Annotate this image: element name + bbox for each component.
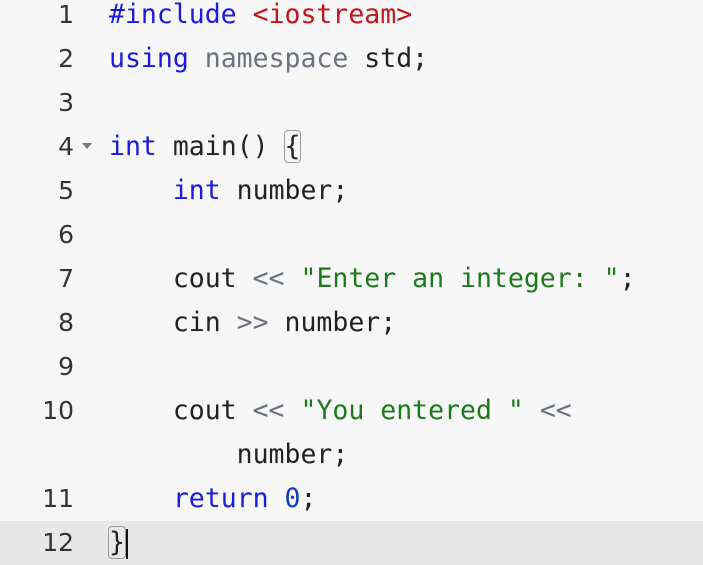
code-line[interactable]: 4 int main() { — [0, 125, 703, 169]
code-token: 0 — [284, 483, 301, 514]
code-token: cout — [109, 263, 253, 294]
code-token: ; — [619, 263, 636, 294]
code-token: number; — [220, 175, 349, 206]
code-line[interactable]: 3 — [0, 81, 703, 125]
line-number: 3 — [58, 88, 74, 117]
fold-toggle-icon[interactable] — [82, 143, 92, 149]
line-number: 10 — [42, 396, 74, 425]
code-line[interactable]: 10 cout << "You entered " << — [0, 389, 703, 433]
code-token: cin — [109, 307, 237, 338]
line-number: 9 — [58, 352, 74, 381]
line-number: 6 — [58, 220, 74, 249]
matching-brace: } — [108, 526, 126, 559]
code-text[interactable]: int number; — [109, 169, 349, 213]
code-line[interactable]: 8 cin >> number; — [0, 301, 703, 345]
code-line[interactable]: 1 #include <iostream> — [0, 0, 703, 37]
code-token: "Enter an integer: " — [300, 263, 620, 294]
code-text[interactable]: return 0; — [109, 477, 317, 521]
code-token: number; — [268, 307, 397, 338]
line-number: 12 — [42, 528, 74, 557]
code-text[interactable]: cin >> number; — [109, 301, 396, 345]
code-line[interactable]: 6 — [0, 213, 703, 257]
code-text[interactable]: using namespace std; — [109, 37, 428, 81]
line-number: 1 — [58, 0, 74, 29]
line-number: 4 — [58, 132, 74, 161]
code-token: number; — [109, 439, 349, 470]
code-token: << — [252, 395, 285, 426]
code-line[interactable]: 2 using namespace std; — [0, 37, 703, 81]
code-line[interactable]: 9 — [0, 345, 703, 389]
code-token: "You entered " — [300, 395, 524, 426]
code-token: << — [252, 263, 285, 294]
code-text[interactable]: int main() { — [109, 125, 302, 169]
code-token: int — [109, 131, 157, 162]
code-line[interactable]: number; — [0, 433, 703, 477]
code-text[interactable]: #include <iostream> — [109, 0, 412, 37]
code-token: main() — [156, 131, 285, 162]
code-text[interactable]: cout << "Enter an integer: "; — [109, 257, 636, 301]
text-cursor — [125, 528, 128, 559]
code-token: #include — [109, 0, 237, 30]
code-line[interactable]: 12} — [0, 521, 703, 565]
code-token: std; — [348, 43, 429, 74]
line-number: 5 — [58, 176, 74, 205]
code-token: using — [109, 43, 189, 74]
code-token: namespace — [204, 43, 349, 74]
matching-brace: { — [283, 130, 302, 163]
code-token: int — [172, 175, 221, 206]
code-token: >> — [236, 307, 269, 338]
line-number: 11 — [42, 484, 74, 513]
code-text[interactable]: number; — [109, 433, 349, 477]
code-line[interactable]: 11 return 0; — [0, 477, 703, 521]
line-number: 7 — [58, 264, 74, 293]
code-editor[interactable]: 1 #include <iostream> 2 using namespace std… — [0, 0, 703, 565]
code-token: << — [539, 395, 572, 426]
code-token: cout — [109, 395, 253, 426]
code-text[interactable]: cout << "You entered " << — [109, 389, 572, 433]
code-text[interactable]: } — [108, 521, 128, 565]
line-number: 8 — [58, 308, 74, 337]
line-number: 2 — [58, 44, 74, 73]
code-token: return — [172, 483, 269, 514]
code-line[interactable]: 7 cout << "Enter an integer: "; — [0, 257, 703, 301]
code-token: <iostream> — [252, 0, 413, 30]
code-token: ; — [300, 483, 317, 514]
code-line[interactable]: 5 int number; — [0, 169, 703, 213]
